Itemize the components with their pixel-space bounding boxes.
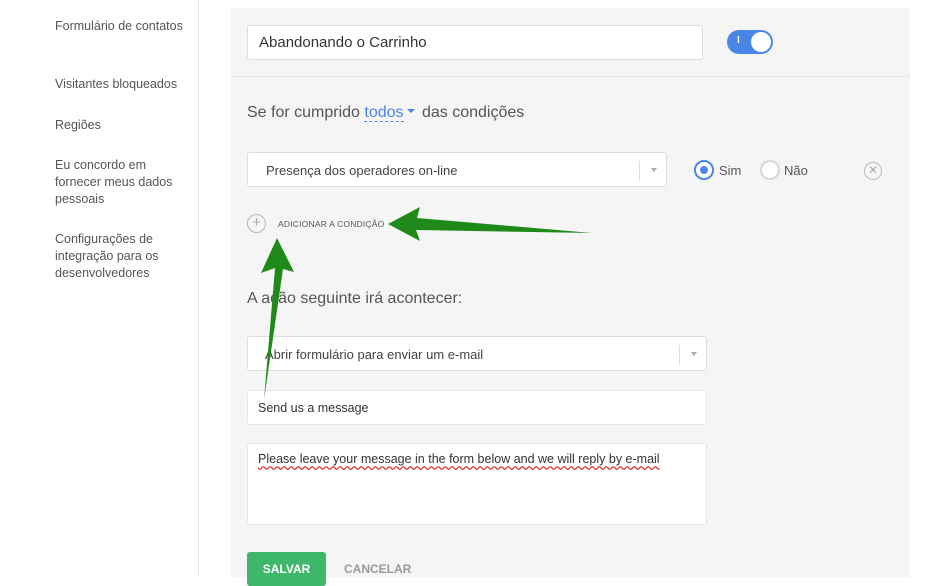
select-separator — [679, 345, 680, 364]
conditions-suffix: das condições — [421, 104, 525, 121]
condition-select[interactable]: Presença dos operadores on-line — [247, 152, 667, 187]
conditions-mode-dropdown[interactable]: todos — [364, 104, 404, 122]
save-button[interactable]: SALVAR — [247, 552, 326, 586]
conditions-prefix: Se for cumprido — [247, 104, 360, 121]
condition-no-label[interactable]: Não — [784, 163, 808, 178]
remove-condition-button[interactable]: ✕ — [864, 162, 882, 180]
form-title-input[interactable] — [247, 390, 707, 425]
form-message-text: Please leave your message in the form be… — [258, 452, 660, 466]
chevron-down-icon[interactable] — [406, 109, 415, 114]
action-heading: A ação seguinte irá acontecer: — [247, 290, 463, 307]
plus-circle-icon[interactable]: + — [247, 214, 266, 233]
sidebar-item-personal-data-consent[interactable]: Eu concordo em fornecer meus dados pesso… — [55, 157, 190, 208]
sidebar-item-developer-integration[interactable]: Configurações de integração para os dese… — [55, 231, 190, 282]
toggle-on-mark: I — [737, 35, 740, 46]
condition-no-radio[interactable] — [760, 160, 780, 180]
select-separator — [639, 161, 640, 180]
condition-yes-radio[interactable] — [694, 160, 714, 180]
condition-select-value: Presença dos operadores on-line — [266, 163, 458, 178]
rule-enabled-toggle[interactable]: I — [727, 30, 773, 54]
action-select[interactable]: Abrir formulário para enviar um e-mail — [247, 336, 707, 371]
chevron-down-icon — [691, 352, 697, 356]
action-select-value: Abrir formulário para enviar um e-mail — [265, 347, 484, 362]
sidebar-item-blocked-visitors[interactable]: Visitantes bloqueados — [55, 76, 190, 93]
add-condition-button[interactable]: ADICIONAR A CONDIÇÃO — [278, 219, 385, 229]
sidebar: Formulário de contatos Visitantes bloque… — [0, 0, 199, 577]
rule-name-input[interactable] — [247, 25, 703, 60]
chevron-down-icon — [651, 168, 657, 172]
close-circle-icon: ✕ — [867, 163, 879, 177]
toggle-knob — [751, 32, 771, 52]
sidebar-item-contact-form[interactable]: Formulário de contatos — [55, 18, 190, 35]
condition-yes-label[interactable]: Sim — [719, 163, 741, 178]
cancel-button[interactable]: CANCELAR — [344, 562, 411, 576]
conditions-heading: Se for cumprido todos das condições — [247, 104, 524, 122]
sidebar-item-regions[interactable]: Regiões — [55, 117, 190, 134]
divider — [231, 76, 910, 77]
form-message-textarea[interactable]: Please leave your message in the form be… — [247, 443, 707, 525]
